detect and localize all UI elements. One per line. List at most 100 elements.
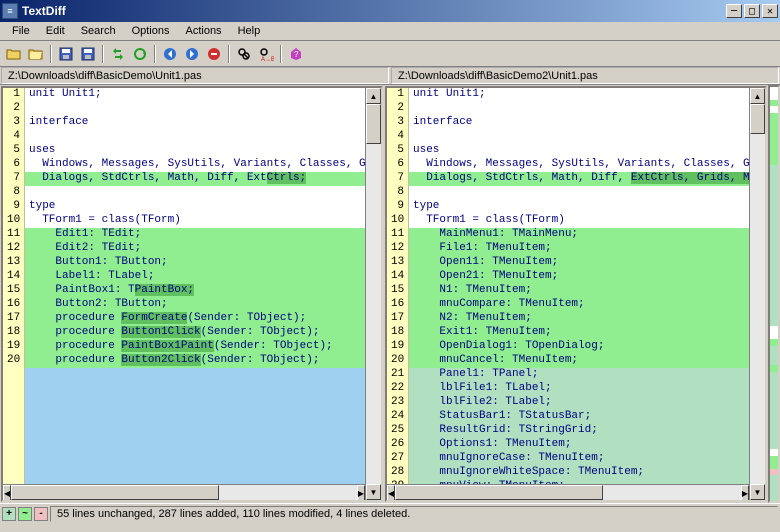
status-add-box[interactable]: +: [2, 507, 16, 521]
code-line[interactable]: Windows, Messages, SysUtils, Variants, C…: [25, 158, 365, 172]
code-line[interactable]: interface: [409, 116, 749, 130]
code-line[interactable]: uses: [25, 144, 365, 158]
code-line[interactable]: Edit2: TEdit;: [25, 242, 365, 256]
minimize-button[interactable]: ─: [726, 4, 742, 18]
code-line[interactable]: mnuIgnoreWhiteSpace: TMenuItem;: [409, 466, 749, 480]
scroll-up-icon[interactable]: ▲: [366, 88, 381, 104]
code-line[interactable]: OpenDialog1: TOpenDialog;: [409, 340, 749, 354]
code-line[interactable]: uses: [409, 144, 749, 158]
next-diff-icon[interactable]: [182, 44, 202, 64]
code-line[interactable]: Button1: TButton;: [25, 256, 365, 270]
hscroll-thumb[interactable]: [395, 485, 602, 500]
scroll-right-icon[interactable]: ▶: [741, 485, 749, 501]
code-line[interactable]: Open21: TMenuItem;: [409, 270, 749, 284]
right-hscroll[interactable]: ◀ ▶: [387, 484, 749, 500]
refresh-icon[interactable]: [130, 44, 150, 64]
code-line[interactable]: [409, 130, 749, 144]
menu-actions[interactable]: Actions: [177, 23, 229, 39]
code-line[interactable]: mnuCancel: TMenuItem;: [409, 354, 749, 368]
minimap[interactable]: [768, 85, 780, 503]
code-line[interactable]: [25, 102, 365, 116]
hscroll-thumb[interactable]: [11, 485, 218, 500]
menu-options[interactable]: Options: [124, 23, 178, 39]
find-icon[interactable]: [234, 44, 254, 64]
code-line[interactable]: type: [409, 200, 749, 214]
code-line[interactable]: PaintBox1: TPaintBox;: [25, 284, 365, 298]
code-line[interactable]: [409, 102, 749, 116]
left-code[interactable]: unit Unit1; interface uses Windows, Messag…: [25, 88, 365, 500]
code-line[interactable]: ResultGrid: TStringGrid;: [409, 424, 749, 438]
code-line[interactable]: [25, 382, 365, 396]
scroll-down-icon[interactable]: ▼: [750, 484, 765, 500]
open-folder-1-icon[interactable]: [4, 44, 24, 64]
scroll-thumb[interactable]: [750, 104, 765, 134]
code-line[interactable]: N2: TMenuItem;: [409, 312, 749, 326]
scroll-right-icon[interactable]: ▶: [357, 485, 365, 501]
close-button[interactable]: ✕: [762, 4, 778, 18]
menu-help[interactable]: Help: [230, 23, 269, 39]
code-line[interactable]: Panel1: TPanel;: [409, 368, 749, 382]
code-line[interactable]: StatusBar1: TStatusBar;: [409, 410, 749, 424]
scroll-up-icon[interactable]: ▲: [750, 88, 765, 104]
code-line[interactable]: unit Unit1;: [25, 88, 365, 102]
code-line[interactable]: [25, 368, 365, 382]
code-line[interactable]: N1: TMenuItem;: [409, 284, 749, 298]
code-line[interactable]: unit Unit1;: [409, 88, 749, 102]
left-vscroll[interactable]: ▲ ▼: [365, 88, 381, 500]
scroll-left-icon[interactable]: ◀: [387, 485, 395, 501]
code-line[interactable]: [409, 186, 749, 200]
scroll-down-icon[interactable]: ▼: [366, 484, 381, 500]
code-line[interactable]: Edit1: TEdit;: [25, 228, 365, 242]
code-line[interactable]: Dialogs, StdCtrls, Math, Diff, ExtCtrls,…: [409, 172, 749, 186]
code-line[interactable]: File1: TMenuItem;: [409, 242, 749, 256]
code-line[interactable]: Label1: TLabel;: [25, 270, 365, 284]
code-line[interactable]: [25, 396, 365, 410]
save-1-icon[interactable]: [56, 44, 76, 64]
menu-file[interactable]: File: [4, 23, 38, 39]
code-line[interactable]: lblFile2: TLabel;: [409, 396, 749, 410]
code-line[interactable]: mnuIgnoreCase: TMenuItem;: [409, 452, 749, 466]
code-line[interactable]: Dialogs, StdCtrls, Math, Diff, ExtCtrls;: [25, 172, 365, 186]
left-hscroll[interactable]: ◀ ▶: [3, 484, 365, 500]
code-line[interactable]: [25, 410, 365, 424]
line-number: 13: [3, 256, 24, 270]
stop-icon[interactable]: [204, 44, 224, 64]
code-line[interactable]: procedure PaintBox1Paint(Sender: TObject…: [25, 340, 365, 354]
code-line[interactable]: Button2: TButton;: [25, 298, 365, 312]
code-line[interactable]: [25, 130, 365, 144]
swap-icon[interactable]: [108, 44, 128, 64]
right-code[interactable]: unit Unit1; interface uses Windows, Messag…: [409, 88, 749, 500]
menu-edit[interactable]: Edit: [38, 23, 73, 39]
code-line[interactable]: interface: [25, 116, 365, 130]
status-del-box[interactable]: -: [34, 507, 48, 521]
right-vscroll[interactable]: ▲ ▼: [749, 88, 765, 500]
open-folder-2-icon[interactable]: [26, 44, 46, 64]
scroll-left-icon[interactable]: ◀: [3, 485, 11, 501]
code-line[interactable]: [25, 466, 365, 480]
status-mod-box[interactable]: ~: [18, 507, 32, 521]
code-line[interactable]: Exit1: TMenuItem;: [409, 326, 749, 340]
help-icon[interactable]: ?: [286, 44, 306, 64]
code-line[interactable]: Windows, Messages, SysUtils, Variants, C…: [409, 158, 749, 172]
code-line[interactable]: TForm1 = class(TForm): [409, 214, 749, 228]
maximize-button[interactable]: □: [744, 4, 760, 18]
code-line[interactable]: type: [25, 200, 365, 214]
code-line[interactable]: MainMenu1: TMainMenu;: [409, 228, 749, 242]
code-line[interactable]: procedure Button1Click(Sender: TObject);: [25, 326, 365, 340]
code-line[interactable]: procedure FormCreate(Sender: TObject);: [25, 312, 365, 326]
replace-icon[interactable]: A→B: [256, 44, 276, 64]
code-line[interactable]: [25, 424, 365, 438]
menu-search[interactable]: Search: [73, 23, 124, 39]
code-line[interactable]: Open11: TMenuItem;: [409, 256, 749, 270]
code-line[interactable]: mnuCompare: TMenuItem;: [409, 298, 749, 312]
prev-diff-icon[interactable]: [160, 44, 180, 64]
code-line[interactable]: TForm1 = class(TForm): [25, 214, 365, 228]
code-line[interactable]: [25, 186, 365, 200]
code-line[interactable]: lblFile1: TLabel;: [409, 382, 749, 396]
code-line[interactable]: [25, 452, 365, 466]
code-line[interactable]: procedure Button2Click(Sender: TObject);: [25, 354, 365, 368]
code-line[interactable]: Options1: TMenuItem;: [409, 438, 749, 452]
save-2-icon[interactable]: [78, 44, 98, 64]
code-line[interactable]: [25, 438, 365, 452]
scroll-thumb[interactable]: [366, 104, 381, 144]
